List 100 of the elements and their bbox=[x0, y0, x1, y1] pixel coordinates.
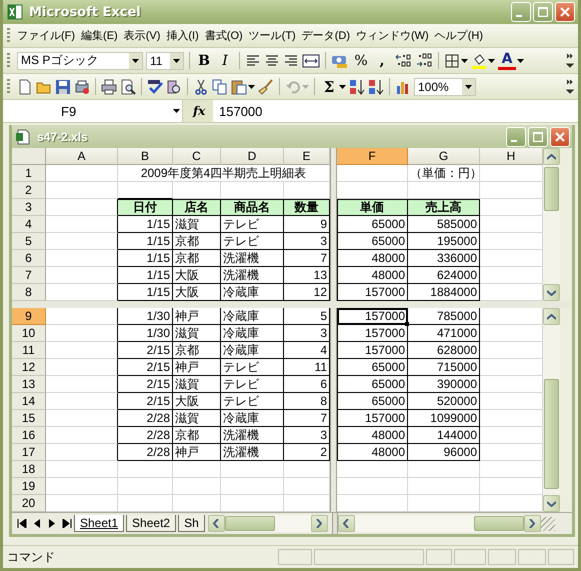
table-cell[interactable]: 2/28 bbox=[118, 427, 173, 444]
table-cell[interactable]: 520000 bbox=[408, 393, 480, 410]
table-cell[interactable]: 洗濯機 bbox=[221, 427, 284, 444]
table-cell[interactable]: 2/15 bbox=[118, 376, 173, 393]
table-header-cell[interactable]: 商品名 bbox=[221, 199, 284, 216]
table-header-cell[interactable]: 単価 bbox=[337, 199, 408, 216]
row-header[interactable]: 18 bbox=[12, 461, 46, 478]
table-cell[interactable]: 滋賀 bbox=[173, 216, 221, 233]
printer-icon[interactable] bbox=[101, 78, 117, 94]
table-cell[interactable]: 1/15 bbox=[118, 250, 173, 267]
table-cell[interactable]: 48000 bbox=[337, 250, 408, 267]
table-cell[interactable]: 65000 bbox=[337, 376, 408, 393]
table-header-cell[interactable]: 売上高 bbox=[408, 199, 480, 216]
sheet-tab[interactable]: Sh bbox=[178, 515, 205, 532]
scroll-up-button[interactable] bbox=[543, 308, 560, 325]
spelling-check-icon[interactable] bbox=[147, 78, 163, 94]
menu-item[interactable]: ファイル(F) bbox=[14, 26, 78, 45]
zoom-dropdown[interactable]: 100% bbox=[414, 78, 476, 96]
table-cell[interactable]: 471000 bbox=[408, 325, 480, 342]
table-cell[interactable]: 2/15 bbox=[118, 393, 173, 410]
pane-splitter[interactable] bbox=[330, 148, 337, 165]
increase-decimal-icon[interactable] bbox=[394, 52, 412, 68]
align-left-icon[interactable] bbox=[245, 52, 261, 68]
next-sheet-icon[interactable] bbox=[47, 519, 57, 528]
row-header[interactable]: 5 bbox=[12, 233, 46, 250]
toolbar-grip[interactable] bbox=[7, 53, 10, 68]
row-header[interactable]: 16 bbox=[12, 427, 46, 444]
menu-item[interactable]: データ(D) bbox=[298, 26, 353, 45]
table-cell[interactable]: 京都 bbox=[173, 427, 221, 444]
scroll-left-button[interactable] bbox=[338, 515, 355, 532]
font-name-dropdown[interactable]: MS Pゴシック bbox=[17, 52, 143, 70]
vertical-scrollbar[interactable] bbox=[543, 148, 560, 301]
unit-note[interactable]: （単価：円） bbox=[408, 165, 480, 182]
scroll-left-button[interactable] bbox=[208, 515, 225, 532]
row-header[interactable]: 3 bbox=[12, 199, 46, 216]
column-header[interactable]: E bbox=[284, 148, 330, 165]
align-center-icon[interactable] bbox=[264, 52, 280, 68]
horizontal-scrollbar[interactable] bbox=[208, 515, 328, 532]
column-header[interactable]: C bbox=[173, 148, 221, 165]
formula-input[interactable]: 157000 bbox=[213, 104, 262, 118]
sheet-tab[interactable]: Sheet1 bbox=[74, 515, 124, 532]
table-cell[interactable]: 157000 bbox=[337, 410, 408, 427]
row-header[interactable]: 8 bbox=[12, 284, 46, 301]
minimize-button[interactable] bbox=[506, 126, 526, 146]
toolbar-grip[interactable] bbox=[7, 79, 10, 94]
table-cell[interactable]: 洗濯機 bbox=[221, 250, 284, 267]
table-cell[interactable]: 157000 bbox=[337, 342, 408, 359]
table-cell[interactable]: 滋賀 bbox=[173, 410, 221, 427]
table-cell[interactable]: テレビ bbox=[221, 359, 284, 376]
percent-button[interactable]: % bbox=[352, 50, 370, 70]
dropdown-arrow-icon[interactable] bbox=[461, 58, 468, 62]
paintbrush-icon[interactable] bbox=[258, 78, 274, 94]
borders-icon[interactable] bbox=[444, 52, 460, 68]
table-cell[interactable]: 624000 bbox=[408, 267, 480, 284]
column-header[interactable]: H bbox=[480, 148, 543, 165]
toolbar-options-icon[interactable] bbox=[566, 52, 574, 70]
table-cell[interactable]: テレビ bbox=[221, 376, 284, 393]
horizontal-scrollbar[interactable] bbox=[338, 515, 538, 532]
table-header-cell[interactable]: 店名 bbox=[173, 199, 221, 216]
row-header[interactable]: 4 bbox=[12, 216, 46, 233]
scroll-down-button[interactable] bbox=[543, 284, 560, 301]
table-cell[interactable]: 冷蔵庫 bbox=[221, 325, 284, 342]
table-cell[interactable]: 48000 bbox=[337, 267, 408, 284]
table-cell[interactable]: テレビ bbox=[221, 216, 284, 233]
menu-item[interactable]: ヘルプ(H) bbox=[432, 26, 486, 45]
row-header[interactable]: 7 bbox=[12, 267, 46, 284]
table-cell[interactable]: 京都 bbox=[173, 233, 221, 250]
table-cell[interactable]: 157000 bbox=[337, 308, 408, 325]
table-cell[interactable]: 1/15 bbox=[118, 284, 173, 301]
menu-item[interactable]: ウィンドウ(W) bbox=[353, 26, 432, 45]
column-header[interactable]: D bbox=[221, 148, 284, 165]
undo-icon[interactable] bbox=[285, 78, 301, 94]
row-header[interactable]: 9 bbox=[12, 308, 46, 325]
maximize-button[interactable] bbox=[528, 126, 548, 146]
insert-function-button[interactable]: fx bbox=[183, 100, 213, 122]
fill-bucket-icon[interactable] bbox=[471, 52, 487, 68]
table-cell[interactable]: 336000 bbox=[408, 250, 480, 267]
first-sheet-icon[interactable] bbox=[17, 519, 27, 528]
merge-center-icon[interactable] bbox=[302, 52, 320, 68]
table-cell[interactable]: 1/15 bbox=[118, 233, 173, 250]
menu-item[interactable]: 挿入(I) bbox=[163, 26, 202, 45]
table-cell[interactable]: 滋賀 bbox=[173, 376, 221, 393]
table-cell[interactable]: 785000 bbox=[408, 308, 480, 325]
permission-icon[interactable] bbox=[74, 78, 90, 94]
table-cell[interactable]: 冷蔵庫 bbox=[221, 342, 284, 359]
column-header[interactable]: A bbox=[46, 148, 118, 165]
table-cell[interactable]: 48000 bbox=[337, 427, 408, 444]
font-size-dropdown[interactable]: 11 bbox=[146, 52, 184, 70]
close-button[interactable] bbox=[555, 2, 575, 22]
align-right-icon[interactable] bbox=[283, 52, 299, 68]
row-header[interactable]: 17 bbox=[12, 444, 46, 461]
table-cell[interactable]: 冷蔵庫 bbox=[221, 308, 284, 325]
table-cell[interactable]: 2/28 bbox=[118, 444, 173, 461]
table-cell[interactable]: テレビ bbox=[221, 233, 284, 250]
table-cell[interactable]: 神戸 bbox=[173, 444, 221, 461]
table-cell[interactable]: 96000 bbox=[408, 444, 480, 461]
comma-style-button[interactable]: , bbox=[373, 50, 391, 70]
scroll-down-button[interactable] bbox=[543, 495, 560, 512]
copy-icon[interactable] bbox=[212, 78, 228, 94]
scroll-up-button[interactable] bbox=[543, 148, 560, 165]
